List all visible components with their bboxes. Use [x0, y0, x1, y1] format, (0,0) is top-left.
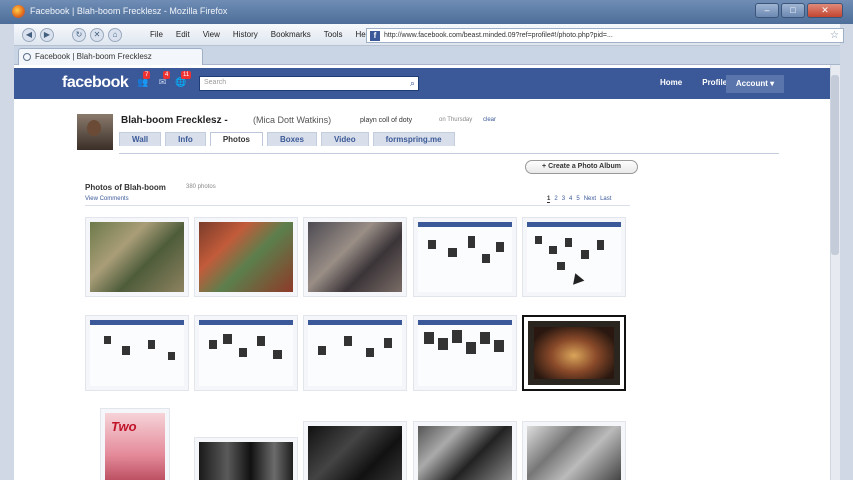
url-text: http://www.facebook.com/beast.minded.09?… [384, 32, 613, 39]
page-content: facebook 👥 7 ✉ 4 🌐 11 Search ⌕ Home Profile… [14, 65, 840, 480]
tab-label: Facebook | Blah-boom Frecklesz [35, 52, 152, 61]
photo-thumb[interactable] [522, 421, 626, 480]
home-icon[interactable]: ⌂ [108, 28, 122, 42]
tabs-divider [119, 153, 779, 154]
back-icon[interactable]: ◀ [22, 28, 36, 42]
photo-thumb[interactable] [194, 437, 298, 480]
photo-thumb[interactable] [85, 315, 189, 391]
photos-count: 380 photos [186, 184, 216, 190]
photo-thumb[interactable] [194, 217, 298, 297]
photo-thumb[interactable]: Two [100, 408, 170, 480]
page-next[interactable]: Next [584, 196, 596, 203]
tab-wall[interactable]: Wall [119, 132, 162, 146]
maximize-button[interactable]: □ [781, 3, 805, 18]
close-button[interactable]: ✕ [807, 3, 843, 18]
search-icon[interactable]: ⌕ [410, 78, 415, 89]
loading-icon [23, 53, 31, 61]
reload-icon[interactable]: ↻ [72, 28, 86, 42]
photo-thumb[interactable] [303, 315, 407, 391]
forward-icon[interactable]: ▶ [40, 28, 54, 42]
photo-thumb[interactable] [522, 217, 626, 297]
tab-video[interactable]: Video [320, 132, 369, 146]
facebook-favicon-icon: f [370, 31, 380, 41]
search-placeholder: Search [204, 79, 227, 86]
photo-thumb[interactable] [303, 217, 407, 297]
notifications-count: 11 [181, 71, 192, 79]
window-title: Facebook | Blah-boom Frecklesz - Mozilla… [30, 6, 228, 16]
menu-file[interactable]: File [150, 30, 163, 39]
photos-heading: Photos of Blah-boom [85, 183, 166, 192]
photo-thumb[interactable] [413, 315, 517, 391]
photo-thumb[interactable] [194, 315, 298, 391]
tab-info[interactable]: Info [165, 132, 206, 146]
photo-thumb[interactable] [303, 421, 407, 480]
photo-thumb[interactable] [522, 315, 626, 391]
menu-view[interactable]: View [203, 30, 220, 39]
photo-thumb[interactable] [413, 421, 517, 480]
messages-icon[interactable]: ✉ 4 [157, 71, 171, 88]
page-3[interactable]: 3 [562, 196, 565, 203]
status-clear-link[interactable]: clear [483, 117, 496, 123]
browser-toolbar: ◀ ▶ ↻ ✕ ⌂ File Edit View History Bookmar… [14, 24, 844, 46]
window-titlebar: Facebook | Blah-boom Frecklesz - Mozilla… [0, 0, 853, 24]
stop-icon[interactable]: ✕ [90, 28, 104, 42]
poster-art: Two [111, 419, 137, 434]
profile-tabs: Wall Info Photos Boxes Video formspring.… [119, 132, 455, 146]
browser-tab[interactable]: Facebook | Blah-boom Frecklesz [18, 48, 203, 65]
page-last[interactable]: Last [600, 196, 611, 203]
menu-bookmarks[interactable]: Bookmarks [271, 30, 311, 39]
pager-divider [85, 205, 630, 206]
menu-bar: File Edit View History Bookmarks Tools H… [150, 30, 372, 39]
photo-thumb[interactable] [85, 217, 189, 297]
tab-formspring[interactable]: formspring.me [372, 132, 455, 146]
account-menu[interactable]: Account ▾ [726, 75, 784, 93]
scrollbar[interactable] [830, 65, 840, 480]
friend-requests-icon[interactable]: 👥 7 [137, 71, 151, 88]
page-4[interactable]: 4 [569, 196, 572, 203]
scrollbar-thumb[interactable] [831, 75, 839, 255]
profile-alternate-name: (Mica Dott Watkins) [253, 115, 332, 125]
page-5[interactable]: 5 [576, 196, 579, 203]
create-album-button[interactable]: + Create a Photo Album [525, 160, 638, 174]
facebook-logo[interactable]: facebook [62, 74, 129, 92]
messages-count: 4 [163, 71, 171, 79]
tab-photos[interactable]: Photos [209, 132, 263, 146]
menu-edit[interactable]: Edit [176, 30, 190, 39]
page-1[interactable]: 1 [547, 196, 551, 203]
home-link[interactable]: Home [650, 78, 692, 87]
bookmark-star-icon[interactable]: ☆ [830, 29, 839, 42]
tab-boxes[interactable]: Boxes [266, 132, 317, 146]
profile-header: Blah-boom Frecklesz - (Mica Dott Watkins… [77, 114, 817, 154]
search-input[interactable]: Search ⌕ [199, 76, 419, 91]
pagination: 1 2 3 4 5 Next Last [547, 196, 611, 203]
avatar[interactable] [77, 114, 113, 150]
notifications-icon[interactable]: 🌐 11 [175, 71, 192, 88]
friend-requests-count: 7 [143, 71, 151, 79]
status-time: on Thursday [439, 117, 473, 123]
firefox-icon [12, 5, 25, 18]
menu-history[interactable]: History [233, 30, 258, 39]
page-2[interactable]: 2 [554, 196, 557, 203]
menu-tools[interactable]: Tools [324, 30, 343, 39]
profile-name: Blah-boom Frecklesz - [121, 115, 228, 126]
minimize-button[interactable]: – [755, 3, 779, 18]
view-comments-link[interactable]: View Comments [85, 196, 129, 202]
photo-thumb[interactable] [413, 217, 517, 297]
url-bar[interactable]: f http://www.facebook.com/beast.minded.0… [366, 28, 844, 43]
tab-strip: Facebook | Blah-boom Frecklesz [14, 46, 840, 65]
facebook-header: facebook 👥 7 ✉ 4 🌐 11 Search ⌕ Home Profile… [14, 68, 830, 99]
status-text: playn coll of doty [360, 117, 413, 124]
